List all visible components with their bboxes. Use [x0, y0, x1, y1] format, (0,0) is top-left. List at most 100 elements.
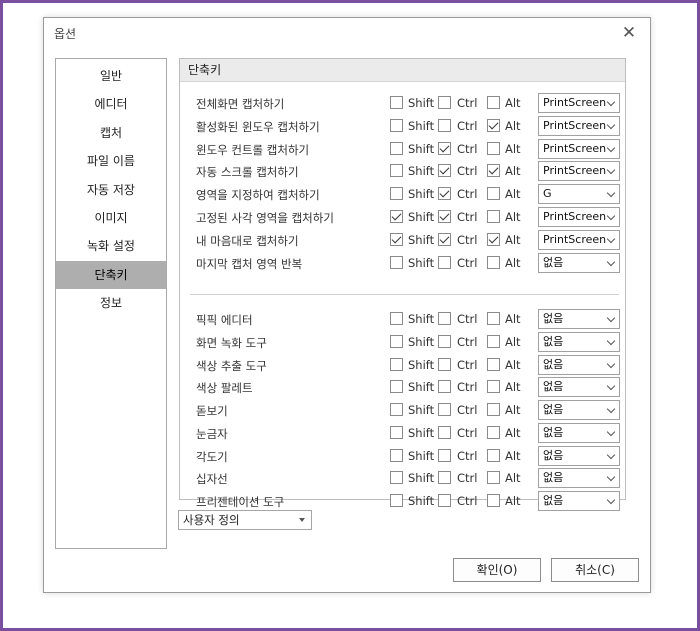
sidebar-item[interactable]: 파일 이름 — [56, 147, 166, 175]
sidebar-item[interactable]: 단축키 — [56, 260, 166, 290]
shift-checkbox[interactable] — [390, 334, 403, 348]
shift-checkbox[interactable] — [390, 118, 403, 132]
alt-checkbox[interactable] — [487, 403, 500, 416]
shift-checkbox[interactable] — [390, 210, 403, 223]
alt-label: Alt — [505, 312, 521, 326]
shift-checkbox[interactable] — [390, 312, 403, 325]
shift-checkbox[interactable] — [390, 96, 403, 109]
key-dropdown[interactable]: 없음 — [538, 331, 620, 352]
shift-checkbox[interactable] — [390, 403, 403, 416]
close-icon[interactable]: ✕ — [618, 22, 640, 44]
key-dropdown[interactable]: PrintScreen — [538, 229, 620, 250]
alt-checkbox[interactable] — [487, 448, 500, 462]
ctrl-checkbox[interactable] — [438, 312, 451, 325]
key-dropdown[interactable]: PrintScreen — [538, 93, 620, 113]
ctrl-checkbox[interactable] — [438, 380, 451, 394]
ctrl-label: Ctrl — [457, 312, 478, 326]
ctrl-label: Ctrl — [457, 141, 478, 156]
alt-label: Alt — [505, 334, 521, 349]
ctrl-checkbox[interactable] — [438, 471, 451, 485]
ctrl-checkbox[interactable] — [438, 118, 451, 132]
ctrl-checkbox[interactable] — [438, 494, 451, 507]
chevron-down-icon — [606, 188, 616, 198]
key-dropdown[interactable]: 없음 — [538, 422, 620, 443]
sidebar-item[interactable]: 이미지 — [56, 204, 166, 232]
shift-checkbox[interactable] — [390, 448, 403, 462]
key-dropdown[interactable]: 없음 — [538, 252, 620, 273]
chevron-down-icon — [606, 97, 616, 107]
alt-checkbox[interactable] — [487, 210, 500, 223]
key-dropdown-value: 없음 — [543, 425, 564, 439]
cancel-button[interactable]: 취소(C) — [551, 558, 639, 582]
sidebar-item[interactable]: 녹화 설정 — [56, 232, 166, 260]
ctrl-checkbox[interactable] — [438, 96, 451, 109]
sidebar-item[interactable]: 정보 — [56, 289, 166, 317]
sidebar-item[interactable]: 일반 — [56, 62, 166, 90]
sidebar-item[interactable]: 자동 저장 — [56, 176, 166, 204]
ctrl-checkbox[interactable] — [438, 232, 451, 246]
key-dropdown[interactable]: 없음 — [538, 445, 620, 466]
alt-checkbox[interactable] — [487, 334, 500, 348]
alt-checkbox[interactable] — [487, 141, 500, 155]
alt-checkbox[interactable] — [487, 255, 500, 269]
shift-label: Shift — [408, 232, 435, 247]
shift-checkbox[interactable] — [390, 255, 403, 269]
key-dropdown[interactable]: PrintScreen — [538, 138, 620, 159]
alt-checkbox[interactable] — [487, 471, 500, 485]
alt-checkbox[interactable] — [487, 232, 500, 246]
key-dropdown[interactable]: 없음 — [538, 491, 620, 511]
key-dropdown[interactable]: 없음 — [538, 468, 620, 489]
shift-checkbox[interactable] — [390, 141, 403, 155]
shift-checkbox[interactable] — [390, 494, 403, 507]
alt-label: Alt — [505, 118, 521, 133]
key-dropdown[interactable]: PrintScreen — [538, 115, 620, 136]
alt-checkbox[interactable] — [487, 494, 500, 507]
alt-checkbox[interactable] — [487, 96, 500, 109]
alt-checkbox[interactable] — [487, 118, 500, 132]
shift-checkbox[interactable] — [390, 164, 403, 178]
shortcut-label: 내 마음대로 캡처하기 — [196, 233, 299, 248]
alt-checkbox[interactable] — [487, 357, 500, 371]
ctrl-label: Ctrl — [457, 210, 478, 224]
ctrl-checkbox[interactable] — [438, 187, 451, 201]
ctrl-checkbox[interactable] — [438, 425, 451, 439]
ctrl-checkbox[interactable] — [438, 164, 451, 178]
key-dropdown-value: 없음 — [543, 494, 564, 507]
ctrl-checkbox[interactable] — [438, 334, 451, 348]
ok-button[interactable]: 확인(O) — [453, 558, 541, 582]
panel-header: 단축키 — [180, 59, 625, 82]
shift-checkbox[interactable] — [390, 471, 403, 485]
shift-checkbox[interactable] — [390, 187, 403, 201]
ctrl-checkbox[interactable] — [438, 255, 451, 269]
shift-checkbox[interactable] — [390, 232, 403, 246]
ctrl-checkbox[interactable] — [438, 357, 451, 371]
key-dropdown[interactable]: 없음 — [538, 377, 620, 398]
ctrl-checkbox[interactable] — [438, 448, 451, 462]
alt-checkbox[interactable] — [487, 380, 500, 394]
alt-checkbox[interactable] — [487, 187, 500, 201]
shortcut-label: 자동 스크롤 캡처하기 — [196, 165, 299, 180]
sidebar-item[interactable]: 에디터 — [56, 90, 166, 118]
ctrl-checkbox[interactable] — [438, 141, 451, 155]
alt-checkbox[interactable] — [487, 312, 500, 325]
shift-checkbox[interactable] — [390, 380, 403, 394]
shift-label: Shift — [408, 471, 435, 486]
shift-checkbox[interactable] — [390, 425, 403, 439]
chevron-down-icon — [606, 495, 616, 505]
key-dropdown[interactable]: PrintScreen — [538, 207, 620, 227]
key-dropdown[interactable]: PrintScreen — [538, 161, 620, 182]
ctrl-checkbox[interactable] — [438, 210, 451, 223]
ctrl-label: Ctrl — [457, 96, 478, 110]
alt-checkbox[interactable] — [487, 425, 500, 439]
sidebar-item[interactable]: 캡처 — [56, 119, 166, 147]
key-dropdown[interactable]: 없음 — [538, 354, 620, 375]
shift-checkbox[interactable] — [390, 357, 403, 371]
key-dropdown[interactable]: 없음 — [538, 400, 620, 420]
key-dropdown[interactable]: G — [538, 184, 620, 205]
key-dropdown[interactable]: 없음 — [538, 309, 620, 329]
alt-checkbox[interactable] — [487, 164, 500, 178]
ctrl-checkbox[interactable] — [438, 403, 451, 416]
shift-label: Shift — [408, 141, 435, 156]
profile-dropdown[interactable]: 사용자 정의 — [178, 510, 312, 530]
shortcut-label: 고정된 사각 영역을 캡처하기 — [196, 211, 334, 225]
